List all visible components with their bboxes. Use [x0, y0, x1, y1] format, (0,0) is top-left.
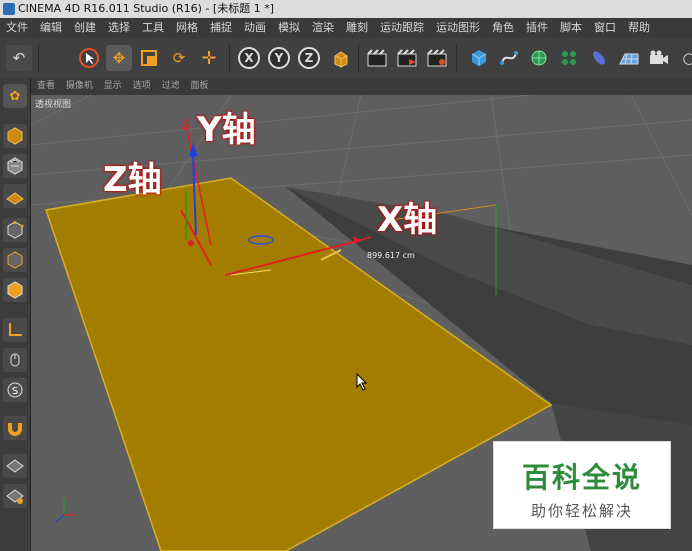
menu-create[interactable]: 创建: [68, 18, 102, 38]
watermark-title: 百科全说: [521, 461, 642, 494]
tweak-mode-icon[interactable]: [3, 348, 27, 372]
coordinate-system-icon[interactable]: [328, 45, 354, 71]
toolbar-divider: [358, 44, 359, 72]
last-tool-icon[interactable]: ✛: [196, 45, 222, 71]
viewport-menu-bar: 查看 摄像机 显示 选项 过滤 面板: [31, 78, 692, 95]
app-icon: [3, 3, 15, 15]
edges-mode-icon[interactable]: [3, 248, 27, 272]
toolbar-divider: [229, 44, 230, 72]
toolbar-divider: [456, 44, 457, 72]
points-mode-icon[interactable]: [3, 218, 27, 242]
cube-icon[interactable]: [466, 45, 492, 71]
title-bar: CINEMA 4D R16.011 Studio (R16) - [未标题 1 …: [0, 0, 692, 18]
deformer-icon[interactable]: [586, 45, 612, 71]
viewport-menu-filter[interactable]: 过滤: [162, 81, 180, 91]
lock-workplane-icon[interactable]: [3, 454, 27, 478]
menu-tools[interactable]: 工具: [136, 18, 170, 38]
scale-tool-icon[interactable]: [136, 45, 162, 71]
menu-script[interactable]: 脚本: [554, 18, 588, 38]
render-view-icon[interactable]: [364, 45, 390, 71]
mouse-cursor-icon: [356, 373, 368, 391]
menu-sculpt[interactable]: 雕刻: [340, 18, 374, 38]
undo-icon[interactable]: ↶: [6, 45, 32, 71]
menu-render[interactable]: 渲染: [306, 18, 340, 38]
enable-axis-icon[interactable]: [3, 318, 27, 342]
menu-edit[interactable]: 编辑: [34, 18, 68, 38]
cloner-icon[interactable]: [556, 45, 582, 71]
menu-bar: 文件 编辑 创建 选择 工具 网格 捕捉 动画 模拟 渲染 雕刻 运动跟踪 运动…: [0, 18, 692, 38]
render-settings-icon[interactable]: [424, 45, 450, 71]
planar-workplane-icon[interactable]: [3, 484, 27, 508]
watermark-subtitle: 助你轻松解决: [530, 502, 633, 520]
viewport-menu-panel[interactable]: 面板: [190, 81, 208, 91]
menu-mesh[interactable]: 网格: [170, 18, 204, 38]
z-axis-lock-button[interactable]: Z: [298, 47, 320, 69]
menu-motion-tracking[interactable]: 运动跟踪: [374, 18, 430, 38]
left-toolbar: ✿ S: [0, 78, 31, 551]
menu-character[interactable]: 角色: [486, 18, 520, 38]
menu-file[interactable]: 文件: [0, 18, 34, 38]
distance-readout: 899.617 cm: [367, 251, 415, 260]
x-axis-annotation: X轴: [377, 200, 438, 240]
move-tool-icon[interactable]: ✥: [106, 45, 132, 71]
model-mode-icon[interactable]: [3, 124, 27, 148]
viewport-menu-cameras[interactable]: 摄像机: [66, 81, 93, 91]
menu-help[interactable]: 帮助: [622, 18, 656, 38]
polygons-mode-icon[interactable]: [3, 278, 27, 302]
y-axis-lock-button[interactable]: Y: [268, 47, 290, 69]
menu-animate[interactable]: 动画: [238, 18, 272, 38]
rotate-tool-icon[interactable]: ⟳: [166, 45, 192, 71]
workplane-mode-icon[interactable]: [3, 184, 27, 208]
viewport-label: 透视视图: [35, 100, 72, 110]
menu-plugins[interactable]: 插件: [520, 18, 554, 38]
texture-mode-icon[interactable]: [3, 154, 27, 178]
watermark-badge: 百科全说 助你轻松解决: [493, 441, 671, 529]
menu-select[interactable]: 选择: [102, 18, 136, 38]
menu-window[interactable]: 窗口: [588, 18, 622, 38]
toolbar: ↶ ✥ ⟳ ✛ X Y Z ○: [0, 38, 692, 79]
viewport-menu-view[interactable]: 查看: [37, 81, 55, 91]
snap-magnet-icon[interactable]: [3, 416, 27, 440]
menu-simulate[interactable]: 模拟: [272, 18, 306, 38]
spline-pen-icon[interactable]: [496, 45, 522, 71]
viewport-menu-display[interactable]: 显示: [104, 81, 122, 91]
solo-icon[interactable]: S: [3, 378, 27, 402]
menu-snap[interactable]: 捕捉: [204, 18, 238, 38]
x-axis-lock-button[interactable]: X: [238, 47, 260, 69]
toolbar-divider: [38, 44, 39, 72]
menu-mograph[interactable]: 运动图形: [430, 18, 486, 38]
window-title: CINEMA 4D R16.011 Studio (R16) - [未标题 1 …: [18, 2, 275, 15]
svg-text:S: S: [12, 386, 18, 397]
make-editable-icon[interactable]: ✿: [3, 84, 27, 108]
viewport-menu-options[interactable]: 选项: [133, 81, 151, 91]
floor-icon[interactable]: [616, 45, 642, 71]
z-axis-annotation: Z轴: [103, 160, 162, 200]
select-tool-icon[interactable]: [76, 45, 102, 71]
subdivision-surface-icon[interactable]: [526, 45, 552, 71]
render-picture-viewer-icon[interactable]: [394, 45, 420, 71]
light-icon[interactable]: ○: [676, 45, 692, 71]
camera-icon[interactable]: [646, 45, 672, 71]
y-axis-annotation: Y轴: [197, 110, 256, 150]
